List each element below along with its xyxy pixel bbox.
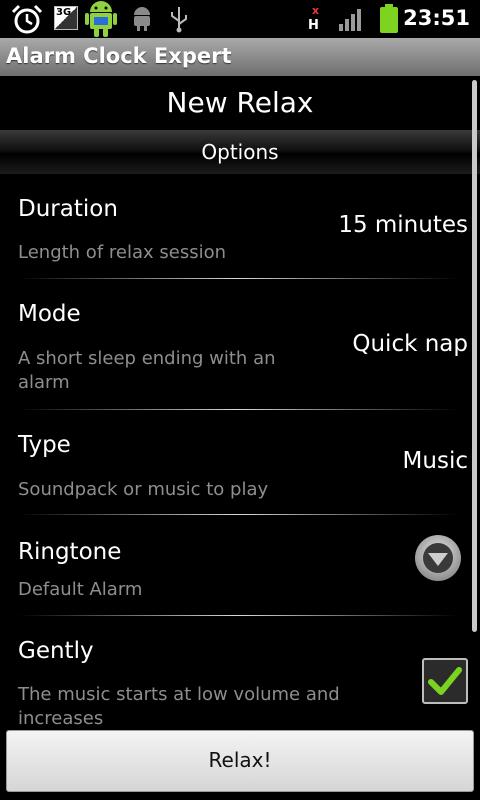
signal-3g-icon: 3G — [54, 6, 78, 30]
row-title: Ringtone — [18, 539, 122, 565]
row-summary: Default Alarm — [18, 579, 143, 600]
row-title: Duration — [18, 196, 118, 222]
status-bar: 3G H x 23:51 — [0, 0, 480, 38]
scrollbar[interactable] — [472, 80, 477, 632]
chevron-down-icon[interactable] — [414, 534, 462, 582]
setting-row-duration[interactable]: Duration Length of relax session 15 minu… — [0, 174, 470, 278]
row-title: Type — [18, 432, 71, 458]
relax-button[interactable]: Relax! — [6, 730, 474, 792]
page-title: New Relax — [166, 86, 314, 119]
status-time: 23:51 — [403, 6, 470, 30]
battery-icon — [380, 4, 398, 33]
row-title: Gently — [18, 638, 94, 664]
setting-row-ringtone[interactable]: Ringtone Default Alarm — [0, 515, 470, 615]
relax-button-label: Relax! — [208, 748, 272, 772]
row-value: Quick nap — [352, 331, 468, 357]
row-summary: The music starts at low volume and incre… — [18, 684, 340, 728]
usb-icon — [171, 7, 187, 33]
alarm-clock-icon — [11, 4, 43, 34]
app-title: Alarm Clock Expert — [6, 44, 232, 68]
row-value: 15 minutes — [338, 212, 468, 238]
row-summary: Length of relax session — [18, 242, 226, 263]
page-header: New Relax — [0, 76, 480, 130]
setting-row-gently[interactable]: Gently The music starts at low volume an… — [0, 616, 470, 728]
usb-debugging-icon — [134, 7, 150, 31]
row-title: Mode — [18, 301, 81, 327]
setting-row-type[interactable]: Type Soundpack or music to play Music — [0, 410, 470, 514]
row-summary: A short sleep ending with an alarm — [18, 348, 276, 393]
signal-strength-icon — [339, 9, 361, 31]
gently-checkbox[interactable] — [422, 658, 468, 704]
network-label: 3G — [56, 7, 72, 18]
bottom-action-bar: Relax! — [0, 726, 480, 800]
section-header-options: Options — [0, 130, 480, 174]
app-title-bar: Alarm Clock Expert — [0, 38, 480, 76]
section-title: Options — [201, 140, 279, 164]
android-notification-icon — [85, 1, 117, 37]
row-summary: Soundpack or music to play — [18, 479, 269, 500]
setting-row-mode[interactable]: Mode A short sleep ending with an alarm … — [0, 279, 470, 409]
row-value: Music — [402, 448, 468, 474]
hspa-icon: H x — [308, 4, 320, 33]
